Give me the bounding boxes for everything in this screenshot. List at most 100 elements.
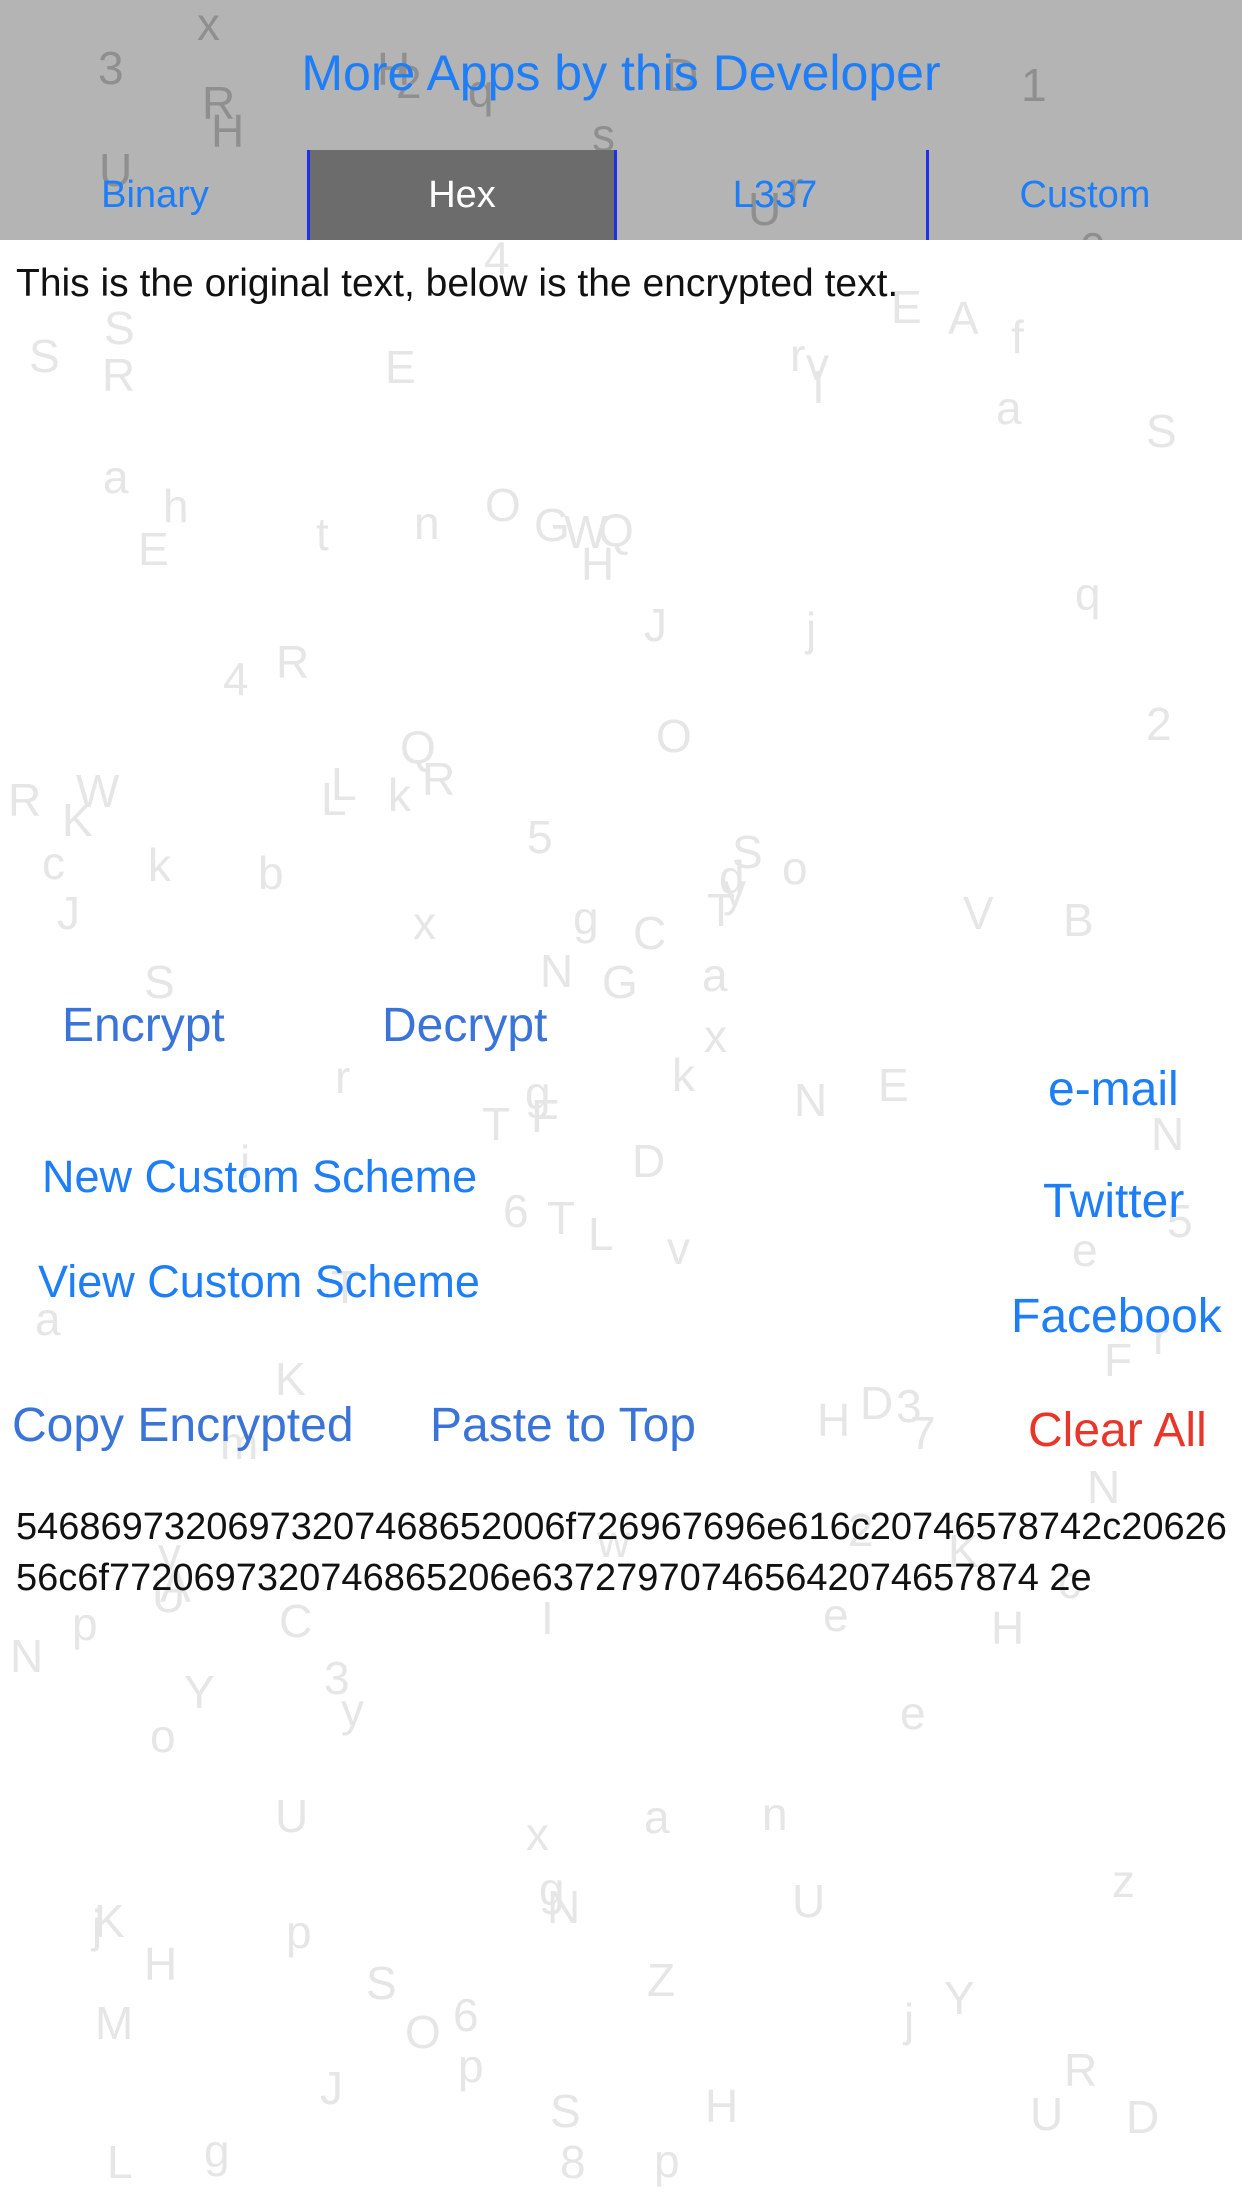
background-letter: U [792,1875,826,1927]
background-letter: H [144,1938,178,1990]
background-letter: R [8,774,42,826]
background-letter: 3 [896,1380,922,1432]
background-letter: y [341,1684,364,1736]
tab-hex[interactable]: Hex [307,150,617,240]
background-letter: r [335,1051,351,1103]
background-letter: 4 [223,653,249,705]
background-letter: n [414,497,440,549]
background-letter: W [564,506,608,558]
background-letter: r [790,329,806,381]
background-letter: M [95,1997,134,2049]
background-letter: f [1011,311,1024,363]
background-letter: x [413,897,436,949]
decrypt-button[interactable]: Decrypt [382,998,547,1053]
background-letter: Q [400,721,436,773]
top-header: More Apps by this Developer Binary Hex L… [0,0,1242,240]
paste-to-top-button[interactable]: Paste to Top [430,1398,696,1453]
background-letter: T [482,1098,511,1150]
background-letter: Z [647,1954,676,2006]
background-letter: p [458,2040,484,2092]
email-share-button[interactable]: e-mail [1048,1062,1179,1117]
background-letter: g [573,892,599,944]
view-custom-scheme-button[interactable]: View Custom Scheme [38,1256,480,1308]
background-letter: N [547,1881,581,1933]
background-letter: A [948,292,979,344]
background-letter: T [547,1192,576,1244]
background-letter: k [388,769,411,821]
background-letter: E [385,341,416,393]
background-letter: 2 [1146,698,1172,750]
background-letter: D [1126,2091,1160,2143]
background-letter: S [1146,405,1177,457]
new-custom-scheme-button[interactable]: New Custom Scheme [42,1151,477,1203]
background-letter: t [316,508,329,560]
background-letter: B [1063,894,1094,946]
background-letter: V [963,887,994,939]
tab-binary[interactable]: Binary [0,150,310,240]
background-letter: p [72,1598,98,1650]
background-letter: Y [184,1666,215,1718]
background-letter: U [1030,2088,1064,2140]
background-letter: 5 [527,811,553,863]
background-letter: R [1064,2044,1098,2096]
background-letter: F [531,1090,560,1142]
background-letter: e [900,1687,926,1739]
background-letter: v [806,338,829,390]
background-letter: j [806,603,817,655]
tab-l337[interactable]: L337 [620,150,930,240]
background-letter: C [279,1595,313,1647]
background-letter: S [104,302,135,354]
background-letter: U [275,1790,309,1842]
copy-encrypted-button[interactable]: Copy Encrypted [12,1398,354,1453]
background-letter: k [148,839,171,891]
original-text-field[interactable]: This is the original text, below is the … [16,262,898,306]
background-letter: D [860,1377,894,1429]
background-letter: H [991,1602,1025,1654]
background-letter: O [485,479,521,531]
background-letter: K [275,1353,306,1405]
background-letter: j [92,1900,103,1952]
segment-divider [926,150,929,240]
background-letter: S [732,826,763,878]
background-letter: g [525,1067,551,1119]
facebook-share-button[interactable]: Facebook [1011,1289,1222,1344]
background-letter: x [197,0,220,50]
background-letter: N [540,945,574,997]
background-letter: O [405,2006,441,2058]
background-letter: E [878,1059,909,1111]
encrypted-text-field[interactable]: 54686973206973207468652006f726967696e616… [16,1502,1231,1604]
background-letter: S [366,1957,397,2009]
background-letter: G [534,499,570,551]
background-letter: Q [598,504,634,556]
background-letter: C [633,907,667,959]
background-letter: o [150,1710,176,1762]
background-letter: n [762,1788,788,1840]
background-letter: L [588,1208,614,1260]
background-letter: a [103,451,129,503]
background-letter: b [258,847,284,899]
twitter-share-button[interactable]: Twitter [1043,1174,1184,1229]
encrypt-button[interactable]: Encrypt [62,998,225,1053]
background-letter: K [62,794,93,846]
background-letter: e [1072,1224,1098,1276]
background-letter: 3 [324,1652,350,1704]
clear-all-button[interactable]: Clear All [1028,1403,1207,1458]
background-letter: W [76,765,120,817]
background-letter: N [10,1630,44,1682]
background-letter: x [704,1010,727,1062]
background-letter: a [996,382,1022,434]
background-letter: v [667,1222,690,1274]
background-letter: 8 [560,2136,586,2188]
background-letter: I [812,361,825,413]
background-letter: J [57,887,80,939]
background-letter: R [422,753,456,805]
background-letter: p [286,1906,312,1958]
background-letter: N [1151,1108,1185,1160]
background-letter: T [707,884,736,936]
background-letter: o [782,842,808,894]
tab-custom[interactable]: Custom [930,150,1240,240]
background-letter: J [644,599,667,651]
background-letter: k [672,1049,695,1101]
background-letter: O [656,710,692,762]
more-apps-link[interactable]: More Apps by this Developer [0,44,1242,102]
